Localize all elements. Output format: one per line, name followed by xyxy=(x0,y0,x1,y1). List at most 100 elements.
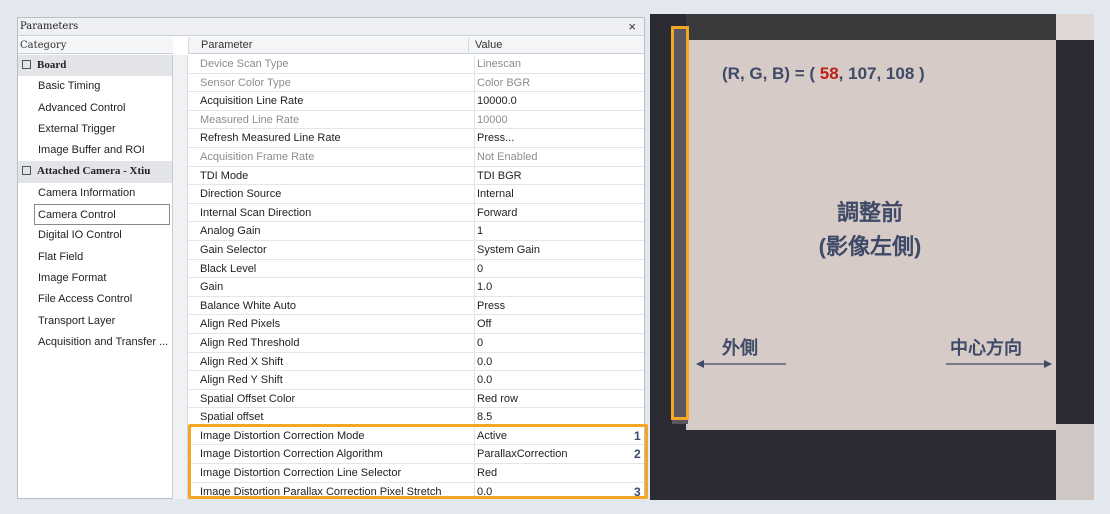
parameter-name: Image Distortion Parallax Correction Pix… xyxy=(200,485,442,498)
category-item[interactable]: Basic Timing xyxy=(18,76,172,97)
parameter-value[interactable]: 10000.0 xyxy=(474,92,594,111)
parameter-row[interactable]: Align Red Y Shift 0.0 xyxy=(188,371,644,390)
window-title: Parameters xyxy=(20,21,79,32)
parameter-value[interactable]: TDI BGR xyxy=(474,166,594,185)
parameter-row[interactable]: Gain Selector System Gain xyxy=(188,240,644,260)
parameter-row[interactable]: Balance White Auto Press xyxy=(188,296,644,316)
parameter-row[interactable]: Internal Scan Direction Forward xyxy=(188,203,644,223)
parameter-row[interactable]: Spatial Offset Color Red row xyxy=(188,389,644,409)
parameter-row[interactable]: Measured Line Rate 10000 xyxy=(188,110,644,130)
parameter-value[interactable]: 1.0 xyxy=(474,278,594,297)
parameter-name: Image Distortion Correction Algorithm xyxy=(200,448,383,461)
parameter-value[interactable]: 1 xyxy=(474,222,594,241)
parameter-name: Align Red X Shift xyxy=(200,355,284,368)
parameter-name: Device Scan Type xyxy=(200,58,289,70)
parameter-row[interactable]: Image Distortion Correction Mode Active 1 xyxy=(188,426,644,446)
category-column-header[interactable]: Category xyxy=(18,37,173,54)
parameter-value[interactable]: 0.0 xyxy=(474,371,594,390)
left-arrow-icon xyxy=(696,360,786,368)
parameter-value[interactable]: 0.0 xyxy=(474,352,594,371)
parameter-value[interactable]: 0 xyxy=(474,333,594,352)
parameter-row[interactable]: Acquisition Line Rate 10000.0 xyxy=(188,92,644,111)
parameter-row[interactable]: Sensor Color Type Color BGR xyxy=(188,73,644,93)
category-tree: Board Basic Timing Advanced Control Externa… xyxy=(18,55,173,499)
parameter-column-header[interactable]: Parameter xyxy=(188,37,468,54)
parameter-value[interactable]: Press xyxy=(474,296,594,315)
parameter-name: Black Level xyxy=(200,262,257,275)
parameter-value[interactable]: Internal xyxy=(474,185,594,204)
parameter-name: Gain Selector xyxy=(200,243,267,256)
parameter-name: Acquisition Frame Rate xyxy=(200,150,315,163)
parameter-value[interactable]: 10000 xyxy=(474,110,594,129)
rgb-readout: (R, G, B) = ( 58, 107, 108 ) xyxy=(722,64,925,84)
category-item[interactable]: Image Format xyxy=(18,268,172,289)
parameter-value[interactable]: Color BGR xyxy=(474,73,594,92)
parameter-name: Image Distortion Correction Line Selecto… xyxy=(200,467,402,480)
category-label: Board xyxy=(37,59,67,71)
category-item[interactable]: Transport Layer xyxy=(18,311,172,332)
parameter-name: Spatial Offset Color xyxy=(200,392,296,405)
parameter-row[interactable]: Device Scan Type Linescan xyxy=(188,55,644,74)
parameter-row[interactable]: Spatial offset 8.5 xyxy=(188,408,644,427)
parameter-name: Gain xyxy=(200,281,224,294)
overlay-title: 調整前 (影像左側) xyxy=(770,196,970,264)
parameter-value[interactable]: Forward xyxy=(474,203,594,222)
category-item[interactable]: Flat Field xyxy=(18,247,172,268)
parameter-value[interactable]: Linescan xyxy=(474,55,594,73)
category-group[interactable]: Attached Camera - Xtiu xyxy=(18,161,172,183)
parameter-row[interactable]: Analog Gain 1 xyxy=(188,222,644,241)
category-scroll-area[interactable] xyxy=(173,55,188,499)
category-item[interactable]: Camera Information xyxy=(18,183,172,204)
parameter-row[interactable]: TDI Mode TDI BGR xyxy=(188,166,644,186)
parameter-row[interactable]: Align Red Pixels Off xyxy=(188,315,644,334)
category-item[interactable]: Advanced Control xyxy=(18,98,172,119)
parameter-row[interactable]: Image Distortion Parallax Correction Pix… xyxy=(188,482,644,502)
step-marker: 3 xyxy=(634,484,641,499)
parameter-row[interactable]: Image Distortion Correction Line Selecto… xyxy=(188,464,644,483)
parameter-row[interactable]: Black Level 0 xyxy=(188,259,644,279)
parameter-row[interactable]: Align Red X Shift 0.0 xyxy=(188,352,644,372)
parameter-value[interactable]: 0 xyxy=(474,259,594,278)
parameters-panel: Parameters × Category Parameter Value Bo… xyxy=(17,17,645,502)
parameter-name: Analog Gain xyxy=(200,225,261,238)
parameter-value[interactable]: Not Enabled xyxy=(474,147,594,166)
parameter-row[interactable]: Acquisition Frame Rate Not Enabled xyxy=(188,147,644,167)
category-label: Attached Camera - Xtiu xyxy=(37,165,151,178)
parameter-row[interactable]: Align Red Threshold 0 xyxy=(188,333,644,353)
category-item[interactable]: External Trigger xyxy=(18,119,172,140)
rgb-prefix: (R, G, B) = ( xyxy=(722,64,820,83)
parameter-value[interactable]: 8.5 xyxy=(474,408,594,427)
parameter-value[interactable]: Active xyxy=(474,426,594,445)
category-item[interactable]: Acquisition and Transfer ... xyxy=(18,332,172,353)
left-edge-highlight xyxy=(671,26,689,420)
image-light-corner-bottom xyxy=(1056,424,1094,500)
category-label: File Access Control xyxy=(38,293,133,306)
category-item[interactable]: File Access Control xyxy=(18,289,172,310)
collapse-box-icon[interactable] xyxy=(22,60,31,69)
parameter-row[interactable]: Direction Source Internal xyxy=(188,185,644,204)
category-label: External Trigger xyxy=(38,122,116,135)
rgb-red-value: 58 xyxy=(819,64,839,83)
parameter-value[interactable]: System Gain xyxy=(474,240,594,259)
parameter-name: Refresh Measured Line Rate xyxy=(200,132,341,145)
parameter-value[interactable]: Off xyxy=(474,315,594,334)
parameter-row[interactable]: Gain 1.0 xyxy=(188,278,644,297)
parameter-value[interactable]: Red xyxy=(474,464,594,483)
parameter-grid: Device Scan Type Linescan Sensor Color Typ… xyxy=(188,55,644,502)
parameter-name: Align Red Threshold xyxy=(200,336,300,349)
parameter-row[interactable]: Image Distortion Correction Algorithm Par… xyxy=(188,445,644,465)
parameter-row[interactable]: Refresh Measured Line Rate Press... xyxy=(188,129,644,148)
close-icon[interactable]: × xyxy=(628,19,636,34)
parameter-value[interactable]: ParallaxCorrection xyxy=(474,445,594,464)
parameter-value[interactable]: 0.0 xyxy=(474,482,594,501)
category-item[interactable]: Image Buffer and ROI xyxy=(18,140,172,161)
value-column-header[interactable]: Value xyxy=(468,37,644,54)
category-item[interactable]: Digital IO Control xyxy=(18,225,172,246)
category-group[interactable]: Board xyxy=(18,55,172,77)
collapse-box-icon[interactable] xyxy=(22,166,31,176)
right-arrow-icon xyxy=(946,360,1052,368)
parameter-value[interactable]: Press... xyxy=(474,129,594,148)
parameter-value[interactable]: Red row xyxy=(474,389,594,408)
category-label: Image Buffer and ROI xyxy=(38,144,145,157)
category-item[interactable]: Camera Control xyxy=(34,204,170,226)
